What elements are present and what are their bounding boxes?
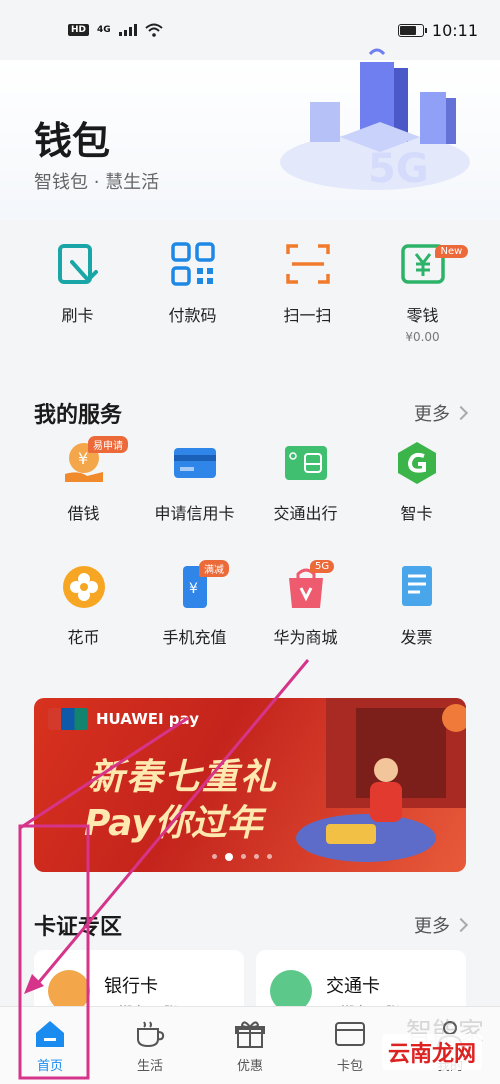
services-title: 我的服务 xyxy=(34,403,123,428)
service-label: 华为商城 xyxy=(273,628,338,647)
tab-label: 首页 xyxy=(36,1059,63,1074)
more-label: 更多 xyxy=(414,916,450,937)
promo-banner[interactable]: HUAWEI pay 新春七重礼 Pay你过年 xyxy=(34,698,466,872)
carousel-dot[interactable] xyxy=(254,854,259,859)
more-label: 更多 xyxy=(414,404,450,425)
carousel-dot[interactable] xyxy=(267,854,272,859)
home-icon xyxy=(36,1021,64,1047)
card-title: 银行卡 xyxy=(104,976,158,997)
services-more-link[interactable]: 更多 xyxy=(414,400,469,426)
service-label: 花币 xyxy=(67,628,100,647)
services-header: 我的服务 更多 xyxy=(34,398,469,428)
smart-card-icon xyxy=(397,442,436,484)
service-huawei-mall[interactable]: 5G 华为商城 xyxy=(250,560,361,648)
transit-card-icon xyxy=(284,446,327,480)
page-subtitle: 智钱包 · 慧生活 xyxy=(34,172,160,193)
flower-coin-icon xyxy=(62,566,105,608)
watermark: 云南龙网 xyxy=(381,1034,482,1070)
carousel-dot[interactable] xyxy=(225,852,233,861)
carousel-dots xyxy=(212,852,272,861)
quick-action-pay-code[interactable]: 付款码 xyxy=(143,240,243,360)
quick-action-scan[interactable]: 扫一扫 xyxy=(258,240,358,360)
credit-card-icon xyxy=(173,448,216,478)
service-grid: ¥ 易申请 借钱 申请信用卡 交通出行 智卡 花币 ¥ 满减 手机充值 5G 华… xyxy=(28,436,472,648)
quick-action-change[interactable]: New 零钱 ¥0.00 xyxy=(373,240,473,360)
service-badge: 易申请 xyxy=(88,436,128,453)
service-invoice[interactable]: 发票 xyxy=(361,564,472,648)
card-wallet-icon xyxy=(335,1022,365,1046)
quick-action-label: 付款码 xyxy=(168,306,217,325)
gift-icon xyxy=(235,1021,265,1048)
card-swipe-icon xyxy=(57,244,98,284)
service-label: 智卡 xyxy=(400,504,433,523)
tab-home[interactable]: 首页 xyxy=(5,1019,95,1074)
service-label: 申请信用卡 xyxy=(154,504,235,523)
change-balance: ¥0.00 xyxy=(405,330,440,344)
banner-brand: HUAWEI pay xyxy=(48,708,199,730)
service-label: 手机充值 xyxy=(162,628,227,647)
wifi-icon xyxy=(145,23,163,37)
hd-badge: HD xyxy=(68,24,90,36)
new-badge: New xyxy=(434,245,469,258)
unionpay-logo xyxy=(48,708,88,730)
service-transit[interactable]: 交通出行 xyxy=(250,440,361,524)
chevron-right-icon xyxy=(453,917,469,933)
service-credit-card[interactable]: 申请信用卡 xyxy=(139,440,250,524)
network-type: 4G xyxy=(97,25,111,35)
signal-icon xyxy=(118,24,137,36)
quick-action-label: 零钱 xyxy=(406,306,439,325)
service-phone-topup[interactable]: ¥ 满减 手机充值 xyxy=(139,560,250,648)
svg-text:¥: ¥ xyxy=(189,581,198,597)
service-smart-card[interactable]: 智卡 xyxy=(361,440,472,524)
tab-label: 优惠 xyxy=(236,1059,263,1074)
chevron-right-icon xyxy=(453,405,469,421)
service-badge: 满减 xyxy=(199,560,229,577)
banner-headline: 新春七重礼 xyxy=(88,757,279,798)
svg-text:5G: 5G xyxy=(368,146,429,192)
quick-actions: 刷卡 付款码 扫一扫 New 零钱 ¥0.00 xyxy=(0,240,500,360)
cup-icon xyxy=(137,1021,165,1048)
service-label: 交通出行 xyxy=(273,504,338,523)
cards-header: 卡证专区 更多 xyxy=(34,910,469,940)
quick-action-swipe-card[interactable]: 刷卡 xyxy=(28,240,128,360)
page-title: 钱包 xyxy=(34,119,111,163)
tab-label: 生活 xyxy=(136,1059,163,1074)
cards-more-link[interactable]: 更多 xyxy=(414,912,469,938)
battery-icon xyxy=(397,23,427,37)
tab-offers[interactable]: 优惠 xyxy=(205,1019,295,1074)
city-illustration: 5G xyxy=(280,48,470,192)
cards-title: 卡证专区 xyxy=(34,915,123,940)
tab-life[interactable]: 生活 xyxy=(105,1019,195,1074)
scan-icon xyxy=(285,244,330,284)
banner-subheadline: Pay你过年 xyxy=(84,803,263,844)
clock: 10:11 xyxy=(431,20,478,40)
carousel-dot[interactable] xyxy=(212,854,217,859)
quick-action-label: 扫一扫 xyxy=(283,306,332,325)
quick-action-label: 刷卡 xyxy=(61,306,94,325)
service-loan[interactable]: ¥ 易申请 借钱 xyxy=(28,436,139,524)
card-title: 交通卡 xyxy=(326,976,380,997)
service-flower-coin[interactable]: 花币 xyxy=(28,564,139,648)
wallet-header: 钱包 智钱包 · 慧生活 5G xyxy=(0,48,500,220)
service-label: 发票 xyxy=(400,628,433,647)
service-badge: 5G xyxy=(310,560,335,573)
service-label: 借钱 xyxy=(67,504,100,523)
status-left: HD 4G xyxy=(68,23,163,37)
qr-code-icon xyxy=(170,242,215,286)
svg-text:¥: ¥ xyxy=(78,449,88,468)
status-right: 10:11 xyxy=(397,20,478,40)
carousel-dot[interactable] xyxy=(241,854,246,859)
invoice-icon xyxy=(401,566,432,606)
banner-illustration xyxy=(296,698,466,862)
banner-brand-text: HUAWEI pay xyxy=(96,710,199,728)
tab-label: 卡包 xyxy=(336,1059,363,1074)
